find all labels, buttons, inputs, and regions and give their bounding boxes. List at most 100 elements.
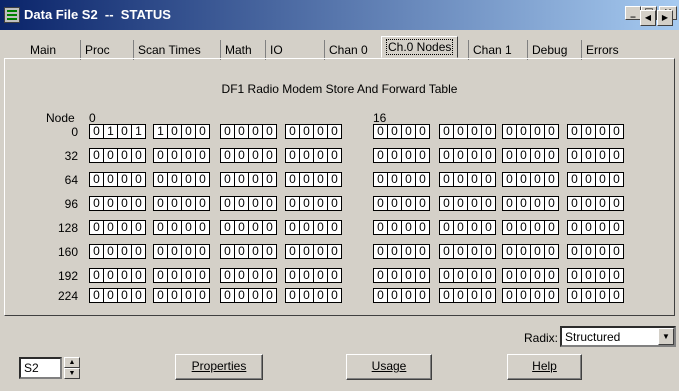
node-bit-cell[interactable]: 0 (516, 220, 531, 235)
node-bit-cell[interactable]: 0 (567, 268, 582, 283)
node-bit-cell[interactable]: 0 (415, 268, 430, 283)
node-bit-cell[interactable]: 0 (581, 124, 596, 139)
node-bit-cell[interactable]: 0 (415, 196, 430, 211)
node-bit-cell[interactable]: 0 (167, 124, 182, 139)
node-bit-cell[interactable]: 0 (299, 288, 314, 303)
node-bit-cell[interactable]: 0 (481, 288, 496, 303)
node-bit-cell[interactable]: 0 (544, 148, 559, 163)
node-bit-cell[interactable]: 0 (181, 148, 196, 163)
node-bit-cell[interactable]: 0 (262, 244, 277, 259)
node-bit-cell[interactable]: 0 (373, 148, 388, 163)
node-bit-cell[interactable]: 0 (262, 148, 277, 163)
node-bit-cell[interactable]: 0 (89, 196, 104, 211)
node-bit-cell[interactable]: 0 (453, 124, 468, 139)
node-bit-cell[interactable]: 0 (481, 172, 496, 187)
node-bit-cell[interactable]: 0 (234, 268, 249, 283)
node-bit-cell[interactable]: 0 (103, 148, 118, 163)
node-bit-cell[interactable]: 0 (609, 220, 624, 235)
tab-main[interactable]: Main (26, 40, 60, 60)
node-bit-cell[interactable]: 0 (481, 124, 496, 139)
node-bit-cell[interactable]: 0 (544, 288, 559, 303)
node-bit-cell[interactable]: 0 (567, 148, 582, 163)
node-bit-cell[interactable]: 0 (502, 244, 517, 259)
node-bit-cell[interactable]: 0 (220, 172, 235, 187)
node-bit-cell[interactable]: 0 (181, 288, 196, 303)
node-bit-cell[interactable]: 0 (373, 124, 388, 139)
node-bit-cell[interactable]: 0 (516, 196, 531, 211)
node-bit-cell[interactable]: 0 (453, 172, 468, 187)
node-bit-cell[interactable]: 0 (439, 124, 454, 139)
node-bit-cell[interactable]: 0 (401, 244, 416, 259)
node-bit-cell[interactable]: 0 (313, 244, 328, 259)
node-bit-cell[interactable]: 0 (609, 148, 624, 163)
node-bit-cell[interactable]: 0 (117, 124, 132, 139)
tab-scan-times[interactable]: Scan Times (133, 40, 205, 60)
node-bit-cell[interactable]: 0 (313, 172, 328, 187)
node-bit-cell[interactable]: 0 (467, 268, 482, 283)
node-bit-cell[interactable]: 0 (89, 124, 104, 139)
node-bit-cell[interactable]: 0 (453, 244, 468, 259)
node-bit-cell[interactable]: 0 (167, 244, 182, 259)
node-bit-cell[interactable]: 0 (530, 244, 545, 259)
node-bit-cell[interactable]: 0 (502, 196, 517, 211)
node-bit-cell[interactable]: 0 (248, 220, 263, 235)
node-bit-cell[interactable]: 0 (401, 220, 416, 235)
node-bit-cell[interactable]: 0 (167, 148, 182, 163)
tab-errors[interactable]: Errors (581, 40, 623, 60)
node-bit-cell[interactable]: 0 (467, 288, 482, 303)
tab-debug[interactable]: Debug (527, 40, 571, 60)
node-bit-cell[interactable]: 0 (373, 172, 388, 187)
node-bit-cell[interactable]: 0 (131, 268, 146, 283)
help-button[interactable]: Help (507, 354, 582, 380)
node-bit-cell[interactable]: 0 (544, 196, 559, 211)
node-bit-cell[interactable]: 0 (401, 148, 416, 163)
file-number-input[interactable]: S2 (19, 357, 62, 379)
node-bit-cell[interactable]: 0 (439, 288, 454, 303)
node-bit-cell[interactable]: 0 (544, 244, 559, 259)
node-bit-cell[interactable]: 0 (285, 148, 300, 163)
node-bit-cell[interactable]: 0 (516, 288, 531, 303)
tab-io[interactable]: IO (265, 40, 287, 60)
node-bit-cell[interactable]: 0 (567, 124, 582, 139)
node-bit-cell[interactable]: 0 (530, 288, 545, 303)
node-bit-cell[interactable]: 0 (567, 196, 582, 211)
properties-button[interactable]: Properties (175, 354, 263, 380)
node-bit-cell[interactable]: 0 (234, 172, 249, 187)
node-bit-cell[interactable]: 0 (327, 172, 342, 187)
node-bit-cell[interactable]: 0 (327, 288, 342, 303)
node-bit-cell[interactable]: 0 (453, 220, 468, 235)
node-bit-cell[interactable]: 0 (248, 288, 263, 303)
node-bit-cell[interactable]: 0 (467, 196, 482, 211)
node-bit-cell[interactable]: 0 (609, 172, 624, 187)
node-bit-cell[interactable]: 0 (181, 268, 196, 283)
node-bit-cell[interactable]: 0 (313, 268, 328, 283)
node-bit-cell[interactable]: 0 (327, 124, 342, 139)
node-bit-cell[interactable]: 0 (327, 244, 342, 259)
node-bit-cell[interactable]: 0 (516, 172, 531, 187)
node-bit-cell[interactable]: 0 (153, 148, 168, 163)
node-bit-cell[interactable]: 0 (530, 172, 545, 187)
node-bit-cell[interactable]: 0 (595, 148, 610, 163)
node-bit-cell[interactable]: 0 (117, 220, 132, 235)
node-bit-cell[interactable]: 0 (581, 268, 596, 283)
node-bit-cell[interactable]: 0 (595, 268, 610, 283)
node-bit-cell[interactable]: 0 (103, 244, 118, 259)
node-bit-cell[interactable]: 0 (327, 196, 342, 211)
node-bit-cell[interactable]: 0 (220, 196, 235, 211)
tab-scroll-right-icon[interactable]: ▶ (657, 10, 673, 26)
node-bit-cell[interactable]: 0 (516, 124, 531, 139)
node-bit-cell[interactable]: 0 (299, 196, 314, 211)
node-bit-cell[interactable]: 0 (439, 220, 454, 235)
node-bit-cell[interactable]: 0 (195, 196, 210, 211)
node-bit-cell[interactable]: 0 (220, 124, 235, 139)
node-bit-cell[interactable]: 0 (373, 220, 388, 235)
node-bit-cell[interactable]: 0 (567, 244, 582, 259)
node-bit-cell[interactable]: 0 (401, 196, 416, 211)
node-bit-cell[interactable]: 0 (89, 148, 104, 163)
node-bit-cell[interactable]: 0 (181, 124, 196, 139)
node-bit-cell[interactable]: 0 (373, 268, 388, 283)
node-bit-cell[interactable]: 0 (262, 196, 277, 211)
node-bit-cell[interactable]: 0 (262, 172, 277, 187)
node-bit-cell[interactable]: 0 (373, 288, 388, 303)
node-bit-cell[interactable]: 0 (530, 148, 545, 163)
